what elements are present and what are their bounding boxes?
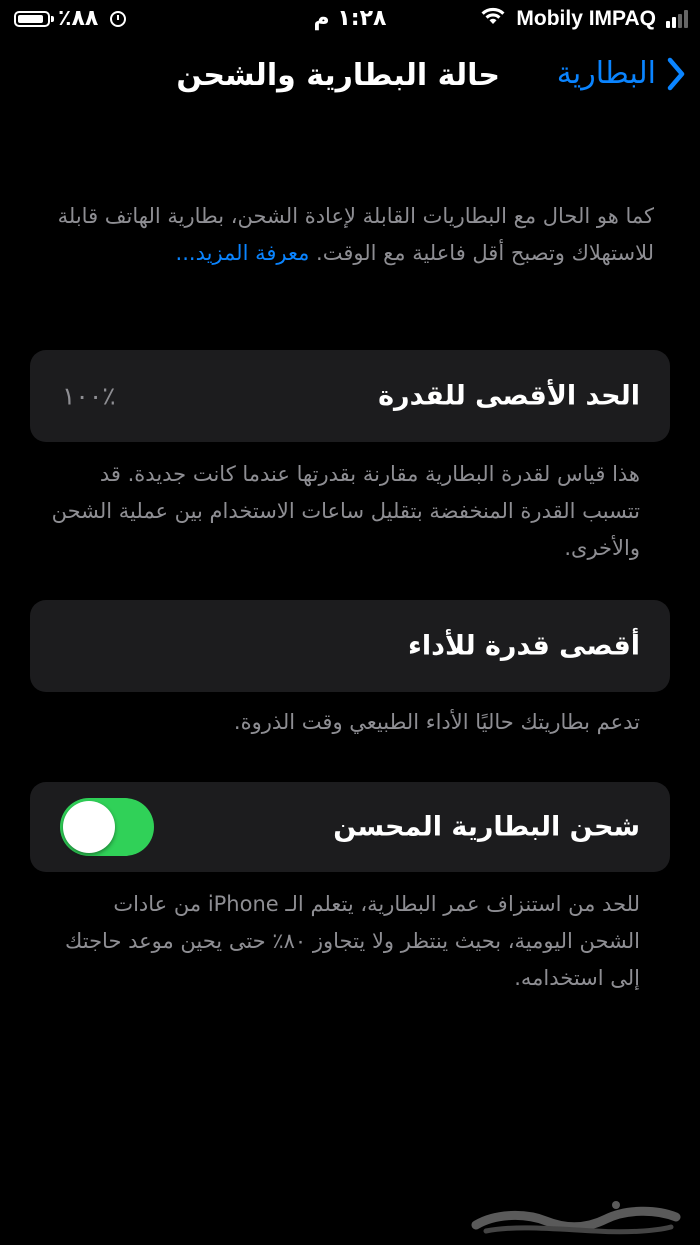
optimized-charging-toggle[interactable] (60, 798, 154, 856)
optimized-charging-footnote: للحد من استنزاف عمر البطارية، يتعلم الـ … (65, 892, 640, 990)
carrier-name: Mobily IMPAQ (516, 7, 656, 30)
back-label: البطارية (556, 56, 656, 91)
learn-more-link[interactable]: معرفة المزيد... (176, 241, 310, 265)
max-capacity-row: الحد الأقصى للقدرة ٪١٠٠ (30, 350, 670, 442)
max-capacity-footnote: هذا قياس لقدرة البطارية مقارنة بقدرتها ع… (51, 462, 640, 560)
peak-performance-label: أقصى قدرة للأداء (408, 630, 640, 662)
signal-icon (666, 10, 688, 28)
peak-performance-row: أقصى قدرة للأداء (30, 600, 670, 692)
watermark-logo (466, 1195, 686, 1239)
status-bar: ٪٨٨ ١:٢٨ م Mobily IMPAQ (0, 0, 700, 40)
back-button[interactable]: البطارية (557, 56, 686, 91)
optimized-charging-label: شحن البطارية المحسن (333, 811, 640, 843)
peak-performance-footnote: تدعم بطاريتك حاليًا الأداء الطبيعي وقت ا… (233, 710, 640, 734)
nav-bar: حالة البطارية والشحن البطارية (0, 52, 700, 108)
toggle-knob (63, 801, 115, 853)
intro-text: كما هو الحال مع البطاريات القابلة لإعادة… (46, 198, 654, 272)
chevron-right-icon (666, 57, 686, 91)
max-capacity-label: الحد الأقصى للقدرة (378, 380, 640, 412)
max-capacity-value: ٪١٠٠ (62, 381, 116, 411)
wifi-icon (480, 6, 506, 32)
intro-description: كما هو الحال مع البطاريات القابلة لإعادة… (57, 204, 654, 265)
status-right: Mobily IMPAQ (480, 6, 688, 32)
optimized-charging-row: شحن البطارية المحسن (30, 782, 670, 872)
page-title: حالة البطارية والشحن (176, 58, 500, 93)
